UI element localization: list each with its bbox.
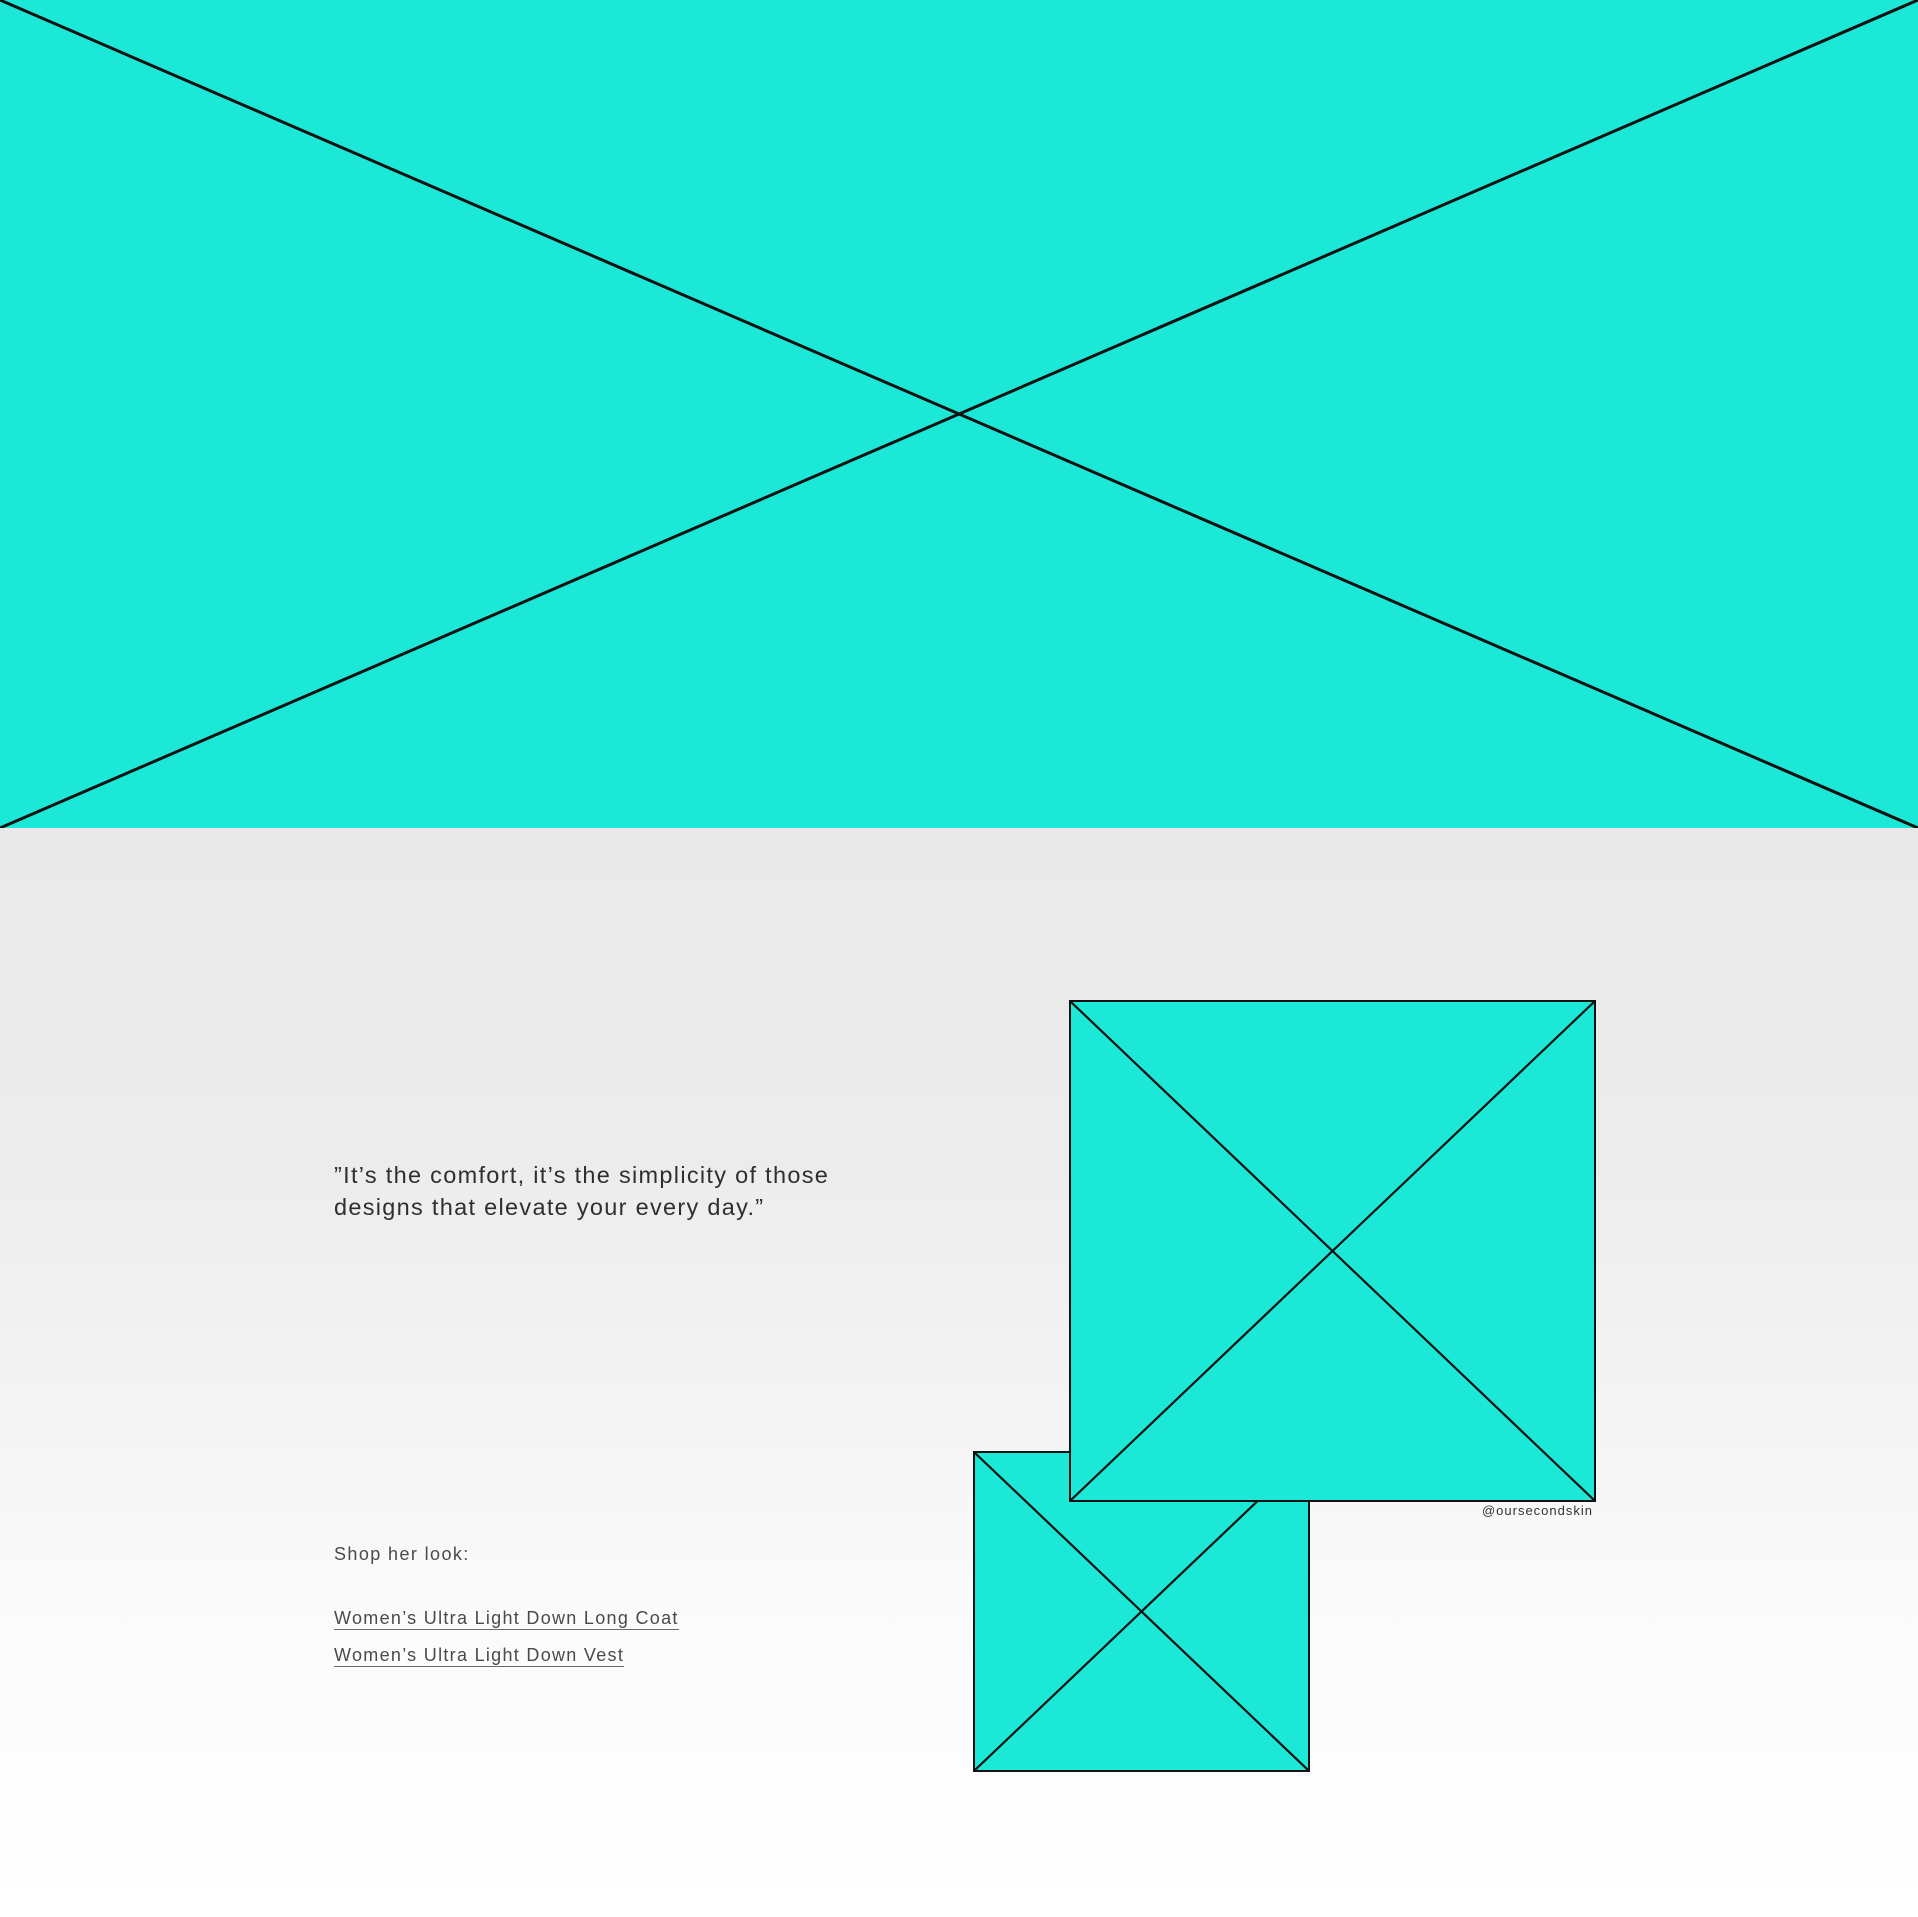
image-placeholder-icon xyxy=(1071,1002,1594,1500)
shop-her-look-label: Shop her look: xyxy=(334,1544,470,1564)
image-placeholder-icon xyxy=(0,0,1918,828)
quote-line: ”It’s the comfort, it’s the simplicity o… xyxy=(334,1162,830,1188)
testimonial-section xyxy=(0,828,1918,1917)
list-item: Women’s Ultra Light Down Long Coat xyxy=(334,1607,679,1630)
list-item: Women’s Ultra Light Down Vest xyxy=(334,1644,679,1667)
primary-image-placeholder xyxy=(1069,1000,1596,1502)
hero-image-placeholder xyxy=(0,0,1918,828)
quote-line: designs that elevate your every day.” xyxy=(334,1193,765,1220)
product-link-vest[interactable]: Women’s Ultra Light Down Vest xyxy=(334,1645,625,1667)
product-link-long-coat[interactable]: Women’s Ultra Light Down Long Coat xyxy=(334,1608,679,1630)
testimonial-quote: ”It’s the comfort, it’s the simplicity o… xyxy=(334,1160,894,1223)
photo-credit: @oursecondskin xyxy=(1481,1503,1593,1518)
shop-links-list: Women’s Ultra Light Down Long Coat Women… xyxy=(334,1607,679,1681)
